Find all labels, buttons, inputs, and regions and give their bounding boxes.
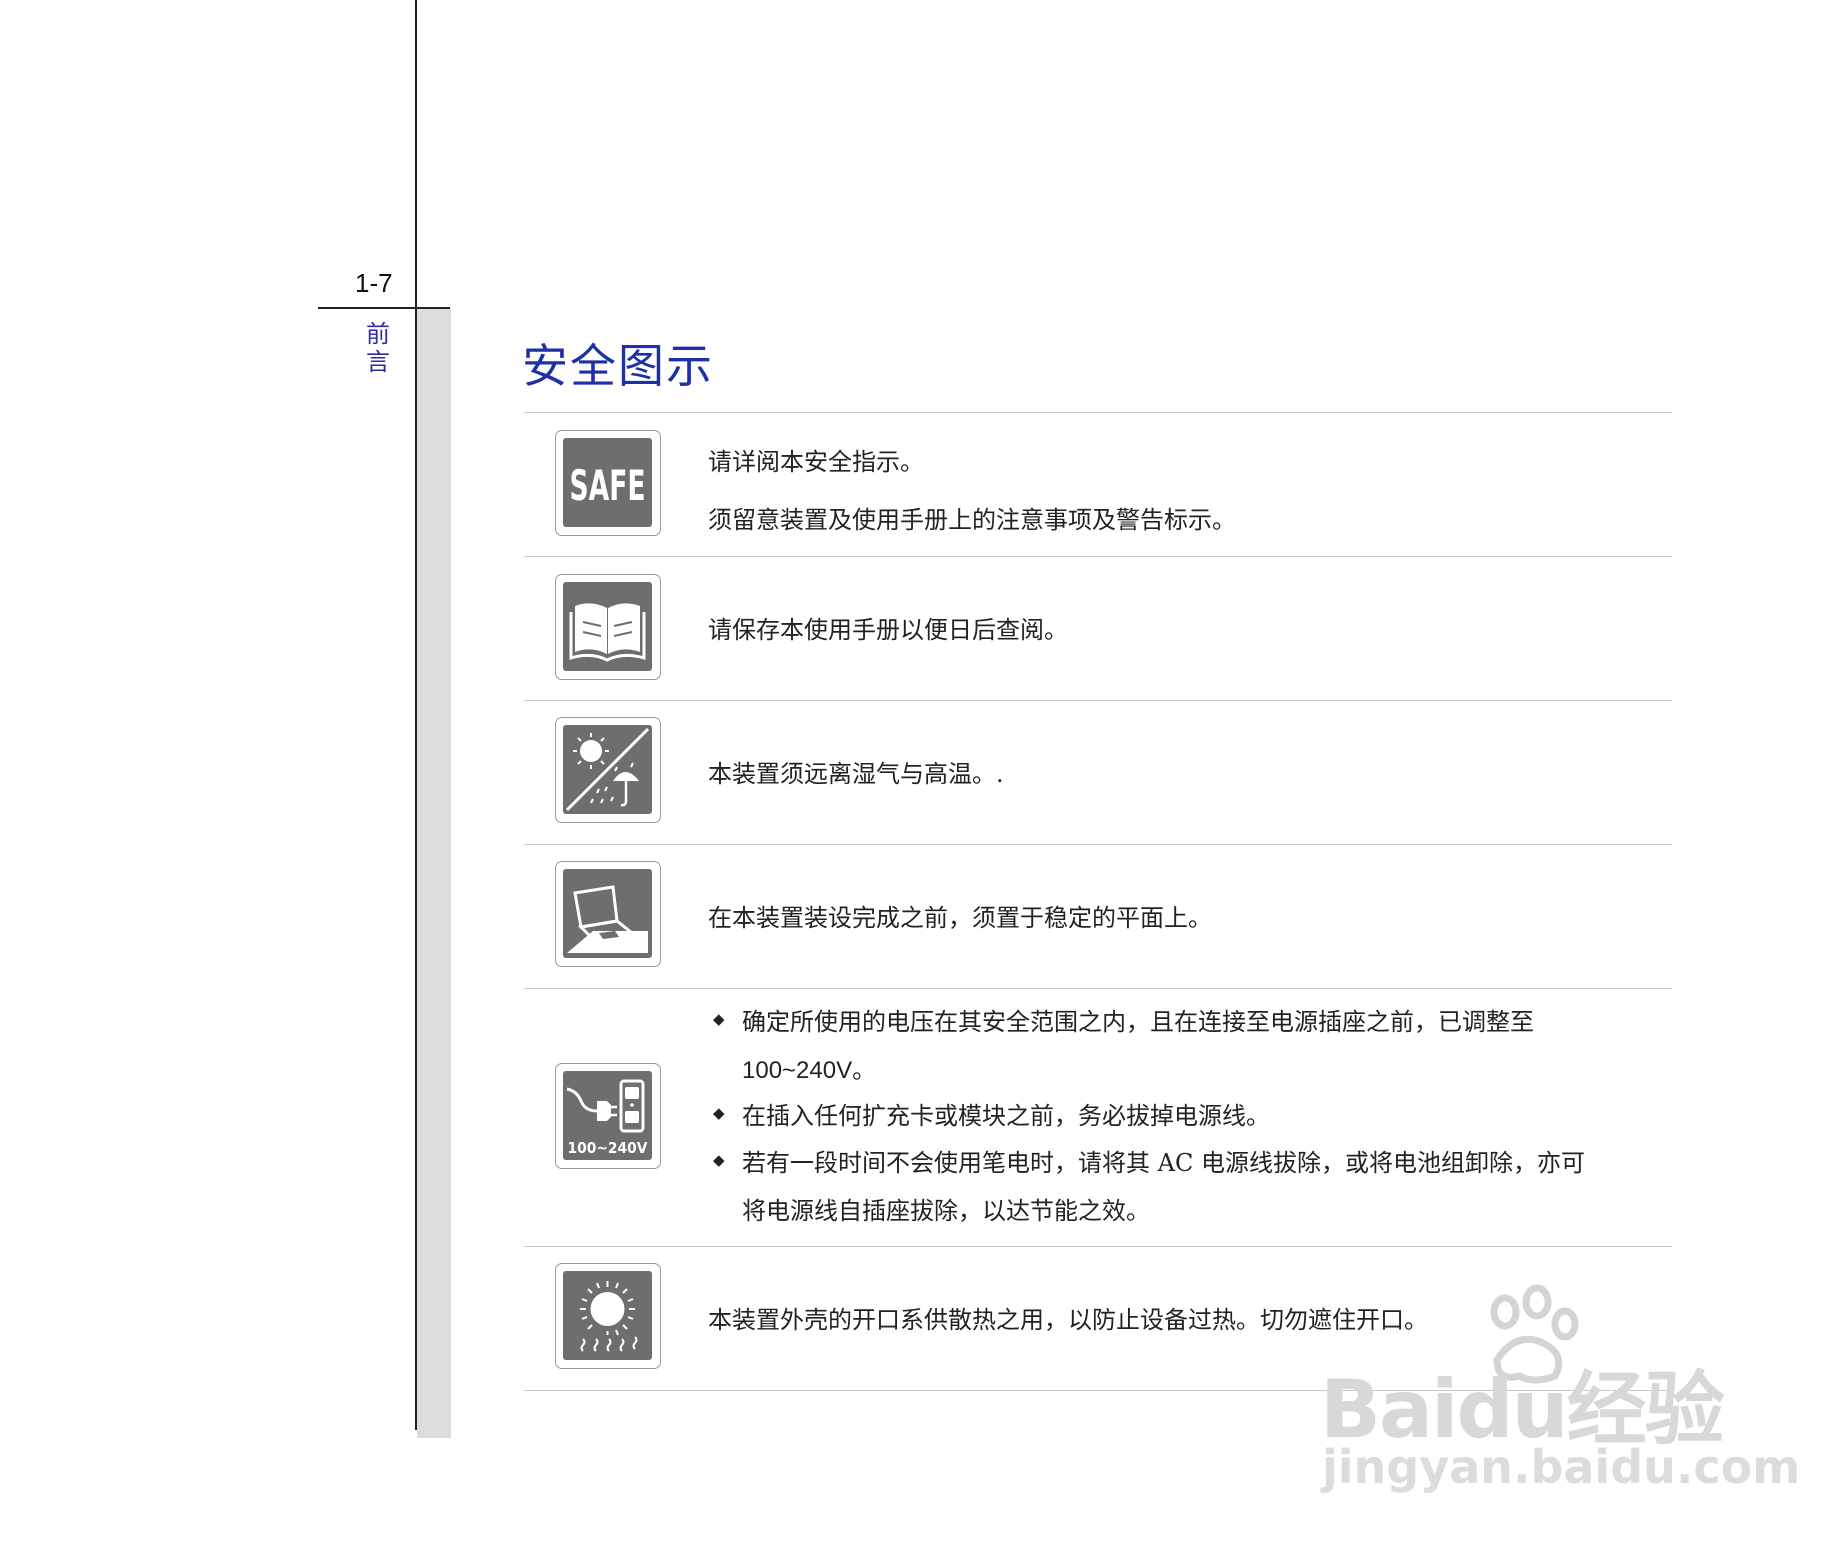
chapter-label-char: 言 [366, 348, 390, 376]
item-text: 本装置外壳的开口系供散热之用，以防止设备过热。切勿遮住开口。 [708, 1306, 1428, 1334]
item-text: 须留意装置及使用手册上的注意事项及警告标示。 [708, 506, 1236, 534]
bullet-icon: ◆ [713, 1010, 725, 1028]
chapter-label-char: 前 [366, 320, 390, 348]
bullet-text: 将电源线自插座拔除，以达节能之效。 [742, 1197, 1150, 1225]
bullet-icon: ◆ [713, 1151, 725, 1169]
row-divider [524, 700, 1672, 701]
laptop-flat-icon [555, 861, 661, 967]
page-number-rule [318, 307, 450, 309]
row-divider [524, 988, 1672, 989]
book-icon [555, 574, 661, 680]
bullet-text: 确定所使用的电压在其安全范围之内，且在连接至电源插座之前，已调整至 [742, 1008, 1534, 1036]
item-text: 请详阅本安全指示。 [708, 448, 924, 476]
page-number: 1-7 [355, 268, 393, 298]
item-text: 请保存本使用手册以便日后查阅。 [708, 616, 1068, 644]
bullet-text: 若有一段时间不会使用笔电时，请将其 AC 电源线拔除，或将电池组卸除，亦可 [742, 1149, 1585, 1177]
page-title: 安全图示 [522, 339, 714, 393]
item-text: 在本装置装设完成之前，须置于稳定的平面上。 [708, 904, 1212, 932]
item-text: 本装置须远离湿气与高温。. [708, 760, 1004, 788]
sun-rain-icon [555, 717, 661, 823]
row-divider [524, 844, 1672, 845]
heat-icon [555, 1263, 661, 1369]
voltage-label: 100~240V [568, 1139, 648, 1157]
row-divider [524, 556, 1672, 557]
power-plug-icon: 100~240V [555, 1063, 661, 1169]
row-divider [524, 1246, 1672, 1247]
bullet-text: 在插入任何扩充卡或模块之前，务必拔掉电源线。 [742, 1102, 1270, 1130]
bullet-text: 100~240V。 [742, 1057, 877, 1084]
margin-gray-strip [417, 308, 451, 1438]
bullet-icon: ◆ [713, 1104, 725, 1122]
safe-icon-text: SAFE [570, 461, 646, 510]
watermark-url: jingyan.baidu.com [1322, 1440, 1801, 1494]
row-divider [524, 412, 1672, 413]
safe-icon: SAFE [555, 430, 661, 536]
chapter-label: 前 言 [364, 320, 392, 376]
